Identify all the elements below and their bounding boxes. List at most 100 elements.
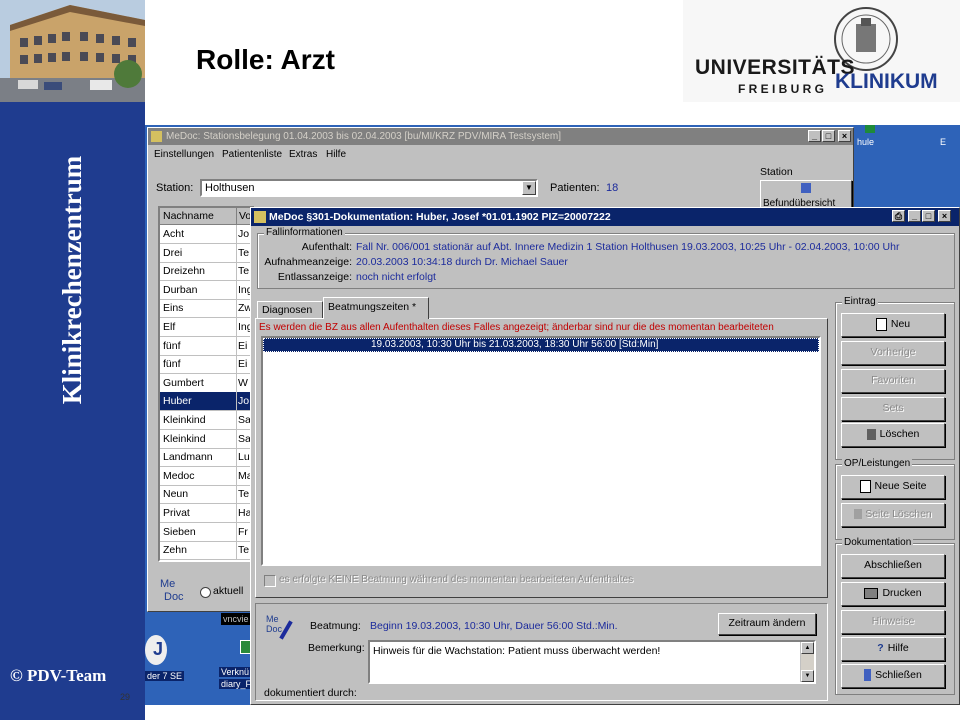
menu-item-hilfe[interactable]: Hilfe: [326, 149, 346, 160]
table-row[interactable]: Gumbert W: [160, 373, 253, 393]
station-group-label: Station: [760, 166, 793, 178]
footer-copyright: © PDV-Team: [10, 666, 107, 685]
befundubersicht-button[interactable]: Befundübersicht: [760, 180, 852, 210]
seite-loeschen-button[interactable]: Seite Löschen: [841, 503, 945, 527]
desktop: hule E vncvie J der 7 SE Verknü diary_F …: [145, 125, 960, 705]
table-row[interactable]: Acht Jo: [160, 225, 253, 244]
slide-title: Rolle: Arzt: [196, 44, 335, 75]
slide-number: 29: [120, 692, 131, 702]
close-button[interactable]: ×: [938, 210, 951, 222]
neue-seite-button[interactable]: Neue Seite: [841, 475, 945, 499]
table-row[interactable]: Elf Ing: [160, 318, 253, 337]
menu-item-einstellungen[interactable]: Einstellungen: [154, 149, 214, 160]
drucken-button[interactable]: Drucken: [841, 582, 945, 606]
loeschen-button[interactable]: Löschen: [841, 423, 945, 447]
table-row[interactable]: Landmann Lu: [160, 448, 253, 468]
maximize-button[interactable]: □: [822, 130, 835, 142]
dokumentation-titlebar[interactable]: MeDoc §301-Dokumentation: Huber, Josef *…: [251, 208, 959, 226]
station-select[interactable]: Holthusen ▼: [200, 179, 538, 197]
hilfe-button[interactable]: ? Hilfe: [841, 637, 945, 661]
tab-diagnosen[interactable]: Diagnosen: [257, 301, 323, 318]
tab-beatmungszeiten[interactable]: Beatmungszeiten *: [323, 297, 429, 319]
cell-nachname: Durban: [163, 283, 198, 296]
cell-nachname: Eins: [163, 302, 184, 315]
table-row[interactable]: Kleinkind Sa: [160, 429, 253, 449]
entlass-label: Entlassanzeige:: [277, 271, 352, 283]
desktop-icon-label[interactable]: hule: [857, 137, 874, 147]
table-row[interactable]: Privat Ha: [160, 504, 253, 523]
table-row[interactable]: Drei Te: [160, 243, 253, 263]
sets-button[interactable]: Sets: [841, 397, 945, 421]
help-icon: ?: [877, 642, 884, 654]
table-row[interactable]: fünf Ei: [160, 355, 253, 375]
scroll-up-arrow-icon[interactable]: ▲: [801, 642, 814, 654]
table-row[interactable]: Sieben Fr: [160, 522, 253, 542]
cell-nachname: Gumbert: [163, 376, 204, 389]
cell-nachname: Zehn: [163, 544, 187, 557]
table-row[interactable]: Zehn Te: [160, 541, 253, 561]
column-header-nachname[interactable]: Nachname: [160, 208, 237, 225]
cell-nachname: Kleinkind: [163, 414, 206, 426]
scrollbar[interactable]: ▲ ▼: [800, 642, 814, 682]
cell-nachname: Drei: [163, 246, 183, 259]
radio-aktuell[interactable]: [200, 587, 211, 598]
new-document-icon: [875, 317, 887, 331]
print-title-button[interactable]: ⎙: [892, 210, 905, 222]
patients-count: 18: [606, 182, 619, 194]
table-row[interactable]: Kleinkind Sa: [160, 411, 253, 430]
menu-item-patientenliste[interactable]: Patientenliste: [222, 149, 282, 160]
trash-icon: [854, 509, 863, 520]
abschliessen-button[interactable]: Abschließen: [841, 554, 945, 578]
chevron-down-icon[interactable]: ▼: [522, 181, 536, 195]
cell-nachname: Sieben: [163, 525, 196, 538]
close-button[interactable]: ×: [838, 130, 851, 142]
beatmung-value: Beginn 19.03.2003, 10:30 Uhr, Dauer 56:0…: [370, 620, 618, 632]
cell-nachname: Acht: [163, 228, 185, 240]
zeitraum-aendern-button[interactable]: Zeitraum ändern: [718, 613, 816, 635]
app-icon[interactable]: [865, 125, 875, 133]
desktop-icon-label[interactable]: diary_F: [219, 679, 254, 689]
neu-button[interactable]: Neu: [841, 313, 945, 337]
vorherige-button[interactable]: Vorherige: [841, 341, 945, 365]
bemerkung-textarea[interactable]: Hinweis für die Wachstation: Patient mus…: [368, 640, 816, 684]
medoc-app-icon[interactable]: [151, 131, 162, 142]
table-row[interactable]: Huber Jo: [160, 392, 253, 412]
cell-nachname: Landmann: [163, 451, 213, 464]
patients-label: Patienten:: [550, 182, 600, 194]
table-row[interactable]: Durban Ing: [160, 280, 253, 300]
patient-table[interactable]: Nachname Vo Acht Jo Drei Te Dreizehn Te Durban…: [158, 206, 255, 562]
favoriten-button[interactable]: Favoriten: [841, 369, 945, 393]
schliessen-button[interactable]: Schließen: [841, 664, 945, 688]
stationsbelegung-titlebar[interactable]: MeDoc: Stationsbelegung 01.04.2003 bis 0…: [148, 128, 853, 145]
detail-panel: Me Doc Beatmung: Beginn 19.03.2003, 10:3…: [255, 603, 828, 701]
minimize-button[interactable]: _: [908, 210, 921, 222]
table-row[interactable]: Eins Zw: [160, 299, 253, 319]
station-label: Station:: [156, 182, 194, 194]
list-item-selected[interactable]: 19.03.2003, 10:30 Uhr bis 21.03.2003, 18…: [263, 338, 819, 352]
dokumentiert-label: dokumentiert durch:: [264, 687, 357, 699]
java-icon[interactable]: J: [145, 635, 167, 665]
logo-klinikum: KLINIKUM: [835, 70, 938, 93]
printer-icon: [864, 587, 879, 599]
desktop-icon-label[interactable]: Verknü: [219, 667, 252, 677]
table-row[interactable]: Neun Te: [160, 485, 253, 505]
table-row[interactable]: Dreizehn Te: [160, 262, 253, 282]
cell-nachname: fünf: [163, 358, 181, 371]
menu-item-extras[interactable]: Extras: [289, 149, 317, 160]
maximize-button[interactable]: □: [922, 210, 935, 222]
keine-beatmung-label: es erfolgte KEINE Beatmung während des m…: [279, 574, 634, 585]
cell-nachname: Kleinkind: [163, 432, 206, 445]
medoc-app-icon[interactable]: [254, 211, 266, 223]
keine-beatmung-checkbox[interactable]: [264, 575, 276, 587]
vnc-viewer-label[interactable]: vncvie: [223, 614, 249, 624]
university-clinic-logo: UNIVERSITÄTS KLINIKUM F R E I B U R G: [683, 0, 960, 102]
scroll-down-arrow-icon[interactable]: ▼: [801, 670, 814, 682]
hinweise-button[interactable]: Hinweise: [841, 610, 945, 634]
table-row[interactable]: Medoc Ma: [160, 466, 253, 486]
cell-nachname: Neun: [163, 488, 189, 501]
table-row[interactable]: fünf Ei: [160, 336, 253, 356]
desktop-icon-label[interactable]: der 7 SE: [145, 671, 185, 681]
beatmungszeiten-list[interactable]: 19.03.2003, 10:30 Uhr bis 21.03.2003, 18…: [261, 336, 821, 566]
minimize-button[interactable]: _: [808, 130, 821, 142]
desktop-icon-label[interactable]: E: [940, 137, 946, 147]
